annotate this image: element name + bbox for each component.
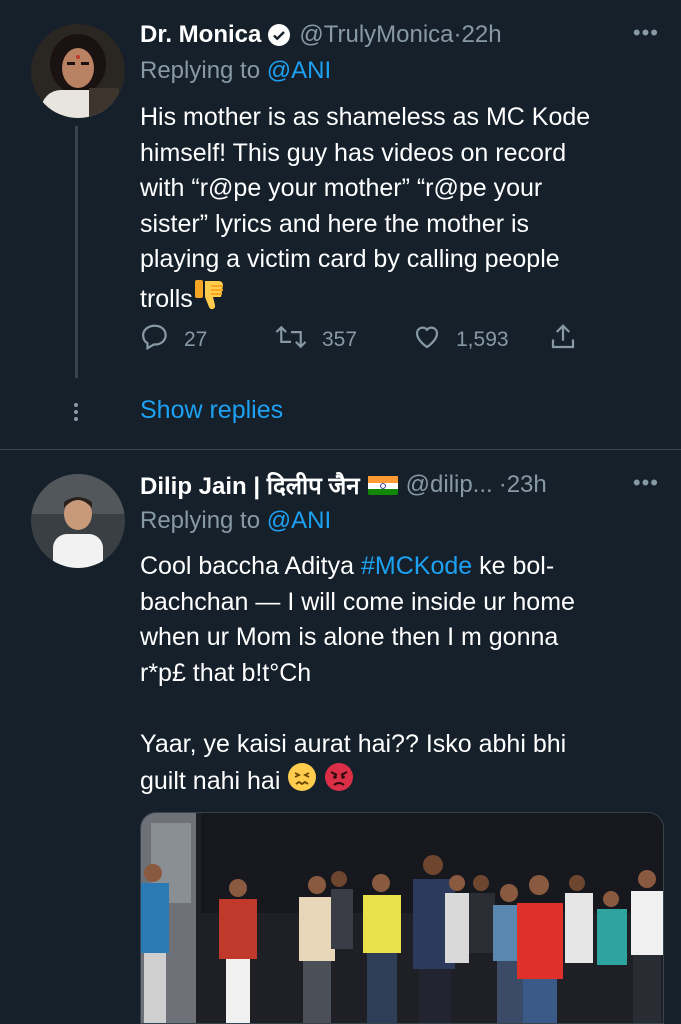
more-options-icon[interactable]: •••: [633, 20, 659, 46]
more-options-icon[interactable]: •••: [633, 470, 659, 496]
tweet-text: His mother is as shameless as MC Kode hi…: [140, 100, 650, 322]
hashtag-link[interactable]: #MCKode: [361, 552, 472, 580]
verified-badge-icon: [267, 23, 291, 47]
tweet-dr-monica[interactable]: Dr. Monica @TrulyMonica · 22h ••• Replyi…: [0, 0, 681, 450]
tweet-text-start: Cool baccha Aditya: [140, 552, 361, 580]
replying-to: Replying to @ANI: [140, 507, 331, 535]
tweet-header: Dr. Monica @TrulyMonica · 22h: [140, 18, 661, 52]
reply-count: 27: [184, 328, 208, 351]
replying-handle-link[interactable]: @ANI: [267, 57, 331, 84]
india-flag-icon: [367, 475, 398, 495]
more-replies-dots-icon: [73, 400, 79, 424]
reply-icon: [140, 322, 184, 358]
display-name[interactable]: Dilip Jain | दिलीप जैन: [140, 469, 360, 502]
thumbs-down-icon: [193, 278, 229, 323]
tweet-actions: 27 357 1,593: [140, 322, 590, 362]
handle[interactable]: @dilip...: [406, 471, 493, 499]
timestamp[interactable]: 23h: [507, 471, 547, 499]
tweet-media-image[interactable]: [140, 812, 664, 1024]
avatar[interactable]: [31, 474, 125, 568]
tweet-dilip-jain[interactable]: Dilip Jain | दिलीप जैन @dilip... · 23h •…: [0, 450, 681, 1024]
handle[interactable]: @TrulyMonica: [299, 21, 453, 49]
like-count: 1,593: [456, 328, 509, 351]
replying-handle-link[interactable]: @ANI: [267, 507, 331, 534]
retweet-button[interactable]: 357: [274, 322, 357, 358]
angry-face-icon: [324, 762, 354, 803]
thread-line: [75, 126, 78, 378]
replying-label: Replying to: [140, 57, 261, 84]
avatar[interactable]: [31, 24, 125, 118]
replying-label: Replying to: [140, 507, 261, 534]
timestamp[interactable]: 22h: [462, 21, 502, 49]
heart-icon: [412, 322, 456, 358]
reply-button[interactable]: 27: [140, 322, 207, 358]
tweet-text-rest: ke bol- bachchan — I will come inside ur…: [140, 552, 575, 795]
separator-dot: ·: [498, 471, 507, 498]
replying-to: Replying to @ANI: [140, 57, 331, 85]
like-button[interactable]: 1,593: [412, 322, 509, 358]
confounded-face-icon: [287, 762, 317, 803]
retweet-count: 357: [322, 328, 358, 351]
tweet-text: Cool baccha Aditya #MCKode ke bol- bachc…: [140, 549, 650, 803]
share-icon: [548, 322, 592, 358]
display-name[interactable]: Dr. Monica: [140, 21, 261, 49]
retweet-icon: [274, 322, 322, 358]
share-button[interactable]: [548, 322, 592, 358]
show-replies-link[interactable]: Show replies: [140, 396, 283, 425]
separator-dot: ·: [453, 21, 462, 48]
tweet-header: Dilip Jain | दिलीप जैन @dilip... · 23h: [140, 468, 661, 502]
